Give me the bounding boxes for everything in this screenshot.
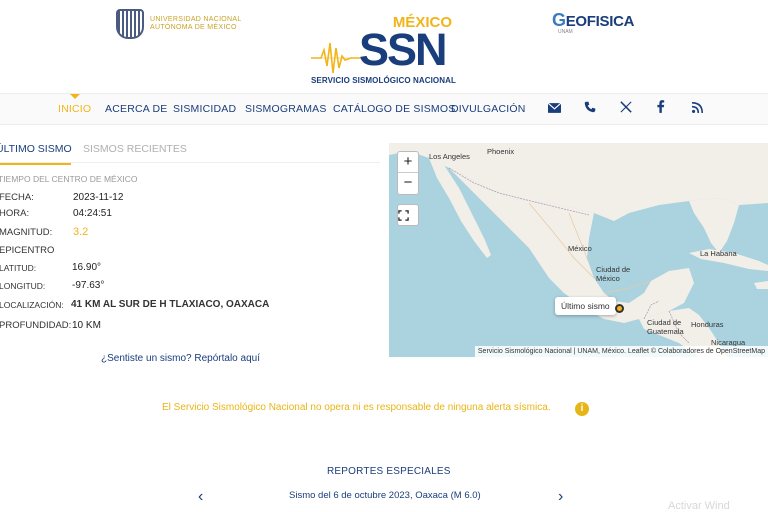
- quake-tabs: ÚLTIMO SISMO SISMOS RECIENTES: [0, 141, 380, 165]
- main-nav: INICIO ACERCA DE SISMICIDAD SISMOGRAMAS …: [0, 93, 768, 125]
- nav-acerca-de[interactable]: ACERCA DE: [105, 103, 167, 115]
- seismogram-wave-icon: [311, 42, 361, 74]
- nav-sismicidad[interactable]: SISMICIDAD: [173, 103, 236, 115]
- nav-divulgacion[interactable]: DIVULGACIÓN: [451, 103, 526, 115]
- unam-logo[interactable]: UNIVERSIDAD NACIONAL AUTÓNOMA DE MÉXICO: [116, 9, 242, 39]
- report-item-link[interactable]: Sismo del 6 de octubre 2023, Oaxaca (M 6…: [289, 490, 481, 501]
- zoom-control: + −: [397, 151, 419, 195]
- map-popup[interactable]: Último sismo: [555, 297, 616, 315]
- prev-report-button[interactable]: ‹: [198, 488, 203, 506]
- os-activation-watermark: Activar Wind: [668, 500, 730, 512]
- ssn-acronym: SSN: [359, 24, 448, 75]
- ssn-name: SERVICIO SISMOLÓGICO NACIONAL: [311, 76, 456, 85]
- epicenter-marker-icon[interactable]: [615, 304, 624, 313]
- envelope-icon[interactable]: [545, 100, 563, 118]
- alert-disclaimer: El Servicio Sismológico Nacional no oper…: [162, 402, 551, 413]
- facebook-icon[interactable]: [652, 100, 670, 118]
- ssn-logo[interactable]: MÉXICO SSN SERVICIO SISMOLÓGICO NACIONAL: [311, 12, 456, 90]
- tab-sismos-recientes[interactable]: SISMOS RECIENTES: [83, 143, 187, 155]
- rss-icon[interactable]: [688, 100, 706, 118]
- epicentro-label: EPICENTRO: [0, 245, 55, 256]
- geofisica-logo[interactable]: GEOFISICA UNAM: [552, 10, 634, 35]
- hora-label: HORA:: [0, 208, 30, 219]
- nav-inicio[interactable]: INICIO: [58, 103, 91, 115]
- active-nav-caret: [70, 94, 80, 99]
- nav-catalogo[interactable]: CATÁLOGO DE SISMOS: [333, 103, 455, 115]
- geo-name: EOFISICA: [565, 13, 635, 30]
- localizacion-value: 41 KM AL SUR DE H TLAXIACO, OAXACA: [71, 299, 270, 310]
- map-label-mexico: México: [568, 244, 592, 253]
- longitud-value: -97.63°: [72, 280, 105, 291]
- quake-map[interactable]: Los Angeles Phoenix México Ciudad de Méx…: [389, 143, 768, 357]
- fecha-value: 2023-11-12: [73, 192, 124, 203]
- map-label-honduras: Honduras: [691, 320, 724, 329]
- map-label-los-angeles: Los Angeles: [429, 152, 470, 161]
- map-label-la-habana: La Habana: [700, 249, 737, 258]
- profundidad-label: PROFUNDIDAD:: [0, 320, 72, 331]
- map-attribution: Servicio Sismológico Nacional | UNAM, Mé…: [474, 346, 768, 357]
- latitud-label: LATITUD:: [0, 263, 37, 273]
- zoom-out-button[interactable]: −: [398, 173, 418, 194]
- latitud-value: 16.90°: [72, 262, 102, 273]
- unam-line1: UNIVERSIDAD NACIONAL: [150, 16, 242, 23]
- profundidad-value: 10 KM: [72, 320, 101, 331]
- next-report-button[interactable]: ›: [558, 488, 563, 506]
- nav-sismogramas[interactable]: SISMOGRAMAS: [245, 103, 327, 115]
- phone-icon[interactable]: [581, 100, 599, 118]
- magnitud-value: 3.2: [73, 226, 89, 238]
- magnitud-label: MAGNITUD:: [0, 227, 53, 238]
- geo-letter: G: [552, 10, 566, 30]
- hora-value: 04:24:51: [73, 208, 112, 219]
- localizacion-label: LOCALIZACIÓN:: [0, 300, 64, 310]
- map-label-cdmx: Ciudad de México: [596, 265, 631, 283]
- reports-title: REPORTES ESPECIALES: [327, 466, 451, 477]
- timezone-label: TIEMPO DEL CENTRO DE MÉXICO: [0, 174, 138, 184]
- report-quake-link[interactable]: ¿Sentiste un sismo? Repórtalo aquí: [101, 353, 260, 364]
- longitud-label: LONGITUD:: [0, 281, 46, 291]
- site-header: UNIVERSIDAD NACIONAL AUTÓNOMA DE MÉXICO …: [0, 0, 768, 93]
- unam-line2: AUTÓNOMA DE MÉXICO: [150, 24, 237, 31]
- fecha-label: FECHA:: [0, 192, 34, 203]
- info-icon[interactable]: i: [575, 402, 589, 416]
- unam-seal-icon: [116, 9, 144, 39]
- map-label-phoenix: Phoenix: [487, 147, 515, 156]
- x-icon[interactable]: [617, 100, 635, 118]
- fullscreen-icon[interactable]: [397, 204, 419, 226]
- tab-divider: [0, 162, 380, 163]
- zoom-in-button[interactable]: +: [398, 152, 418, 173]
